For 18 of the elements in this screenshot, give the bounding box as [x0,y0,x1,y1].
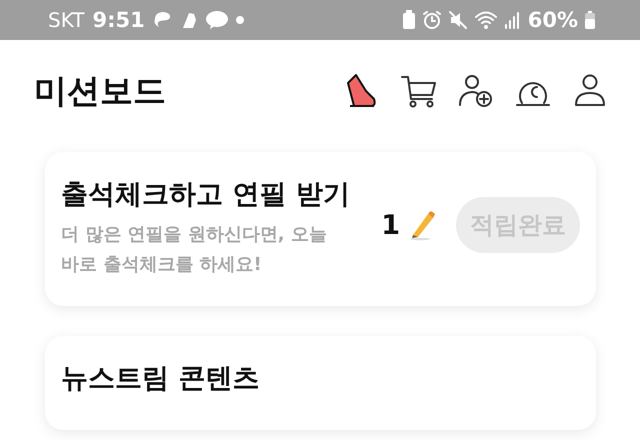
reward-count: 1 [381,210,400,240]
mission-title: 뉴스트림 콘텐츠 [61,362,260,396]
pencil-icon [408,209,436,241]
battery-percent: 60% [528,8,578,32]
carrier-name: SKT [48,8,84,32]
wifi-icon [474,10,498,30]
dot-icon [234,15,245,25]
mission-title: 출석체크하고 연필 받기 [61,178,351,212]
page-title: 미션보드 [34,70,166,112]
chat-bubble-icon [152,11,173,29]
battery-icon [584,10,596,30]
battery-saver-icon [402,10,416,30]
mission-description: 더 많은 연필을 원하신다면, 오늘 바로 출석체크를 하세요! [61,223,328,277]
clock-time: 9:51 [92,8,145,32]
signal-icon [504,10,522,30]
alarm-icon [422,10,442,30]
mute-icon [448,10,468,30]
talk-bubble-icon [204,10,229,30]
